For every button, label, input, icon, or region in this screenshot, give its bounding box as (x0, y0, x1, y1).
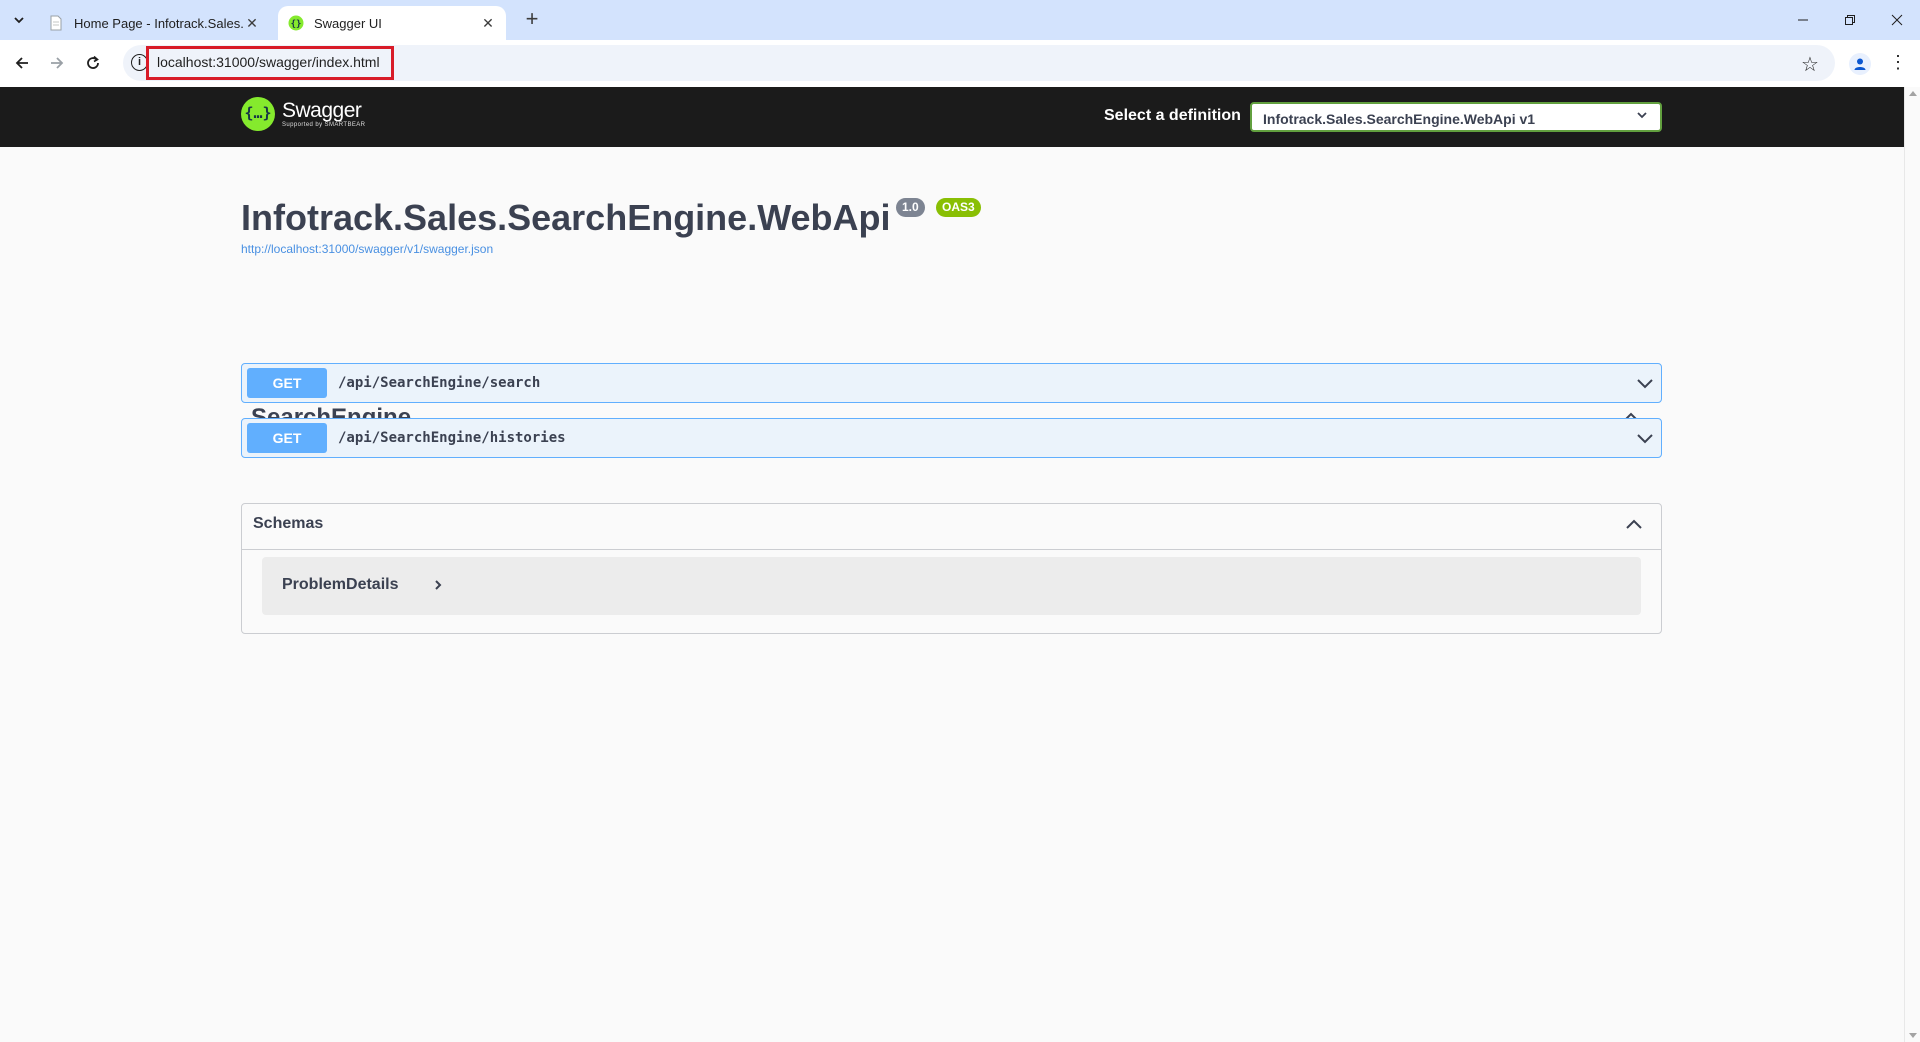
select-definition-label: Select a definition (1104, 107, 1241, 124)
model-name: ProblemDetails (282, 576, 399, 593)
swagger-favicon-icon: {} (288, 15, 304, 31)
arrow-right-icon (51, 57, 64, 69)
version-badge: 1.0 (896, 198, 925, 217)
operation-path: /api/SearchEngine/search (338, 375, 541, 391)
scroll-down-icon[interactable] (1909, 1033, 1917, 1038)
minimize-icon (1798, 19, 1808, 21)
page-viewport: {…} Swagger Supported by SMARTBEAR Selec… (0, 87, 1904, 1042)
method-badge: GET (247, 368, 327, 398)
reload-icon (87, 55, 99, 69)
swagger-topbar: {…} Swagger Supported by SMARTBEAR Selec… (0, 87, 1904, 147)
tab-title: Home Page - Infotrack.Sales.Se (74, 15, 244, 31)
tab-swagger-ui[interactable]: {} Swagger UI ✕ (278, 6, 506, 40)
operation-path: /api/SearchEngine/histories (338, 430, 566, 446)
swagger-logo-icon: {…} (241, 97, 275, 131)
restore-button[interactable] (1827, 0, 1873, 40)
close-icon[interactable]: ✕ (244, 15, 260, 32)
document-icon (50, 15, 62, 31)
schemas-title[interactable]: Schemas (253, 515, 323, 533)
tab-search-button[interactable] (8, 9, 30, 31)
browser-tab-strip: Home Page - Infotrack.Sales.Se ✕ {} Swag… (0, 0, 1920, 40)
restore-icon (1845, 15, 1855, 25)
scroll-up-icon[interactable] (1909, 91, 1917, 96)
definition-select[interactable]: Infotrack.Sales.SearchEngine.WebApi v1 (1250, 102, 1662, 132)
url-text[interactable]: localhost:31000/swagger/index.html (157, 54, 380, 70)
new-tab-button[interactable]: + (520, 8, 544, 32)
window-close-button[interactable] (1874, 0, 1920, 40)
close-icon[interactable]: ✕ (480, 15, 496, 32)
chevron-right-icon[interactable] (432, 579, 444, 591)
reload-button[interactable] (80, 50, 106, 76)
method-badge: GET (247, 423, 327, 453)
minimize-button[interactable] (1780, 0, 1826, 40)
forward-button[interactable] (44, 50, 70, 76)
operation-get-search[interactable]: GET /api/SearchEngine/search (241, 363, 1662, 403)
operation-get-histories[interactable]: GET /api/SearchEngine/histories (241, 418, 1662, 458)
schemas-divider (242, 549, 1661, 550)
arrow-left-icon (15, 57, 28, 69)
tab-title: Swagger UI (314, 15, 382, 31)
definition-selected-value: Infotrack.Sales.SearchEngine.WebApi v1 (1263, 111, 1536, 127)
vertical-scrollbar[interactable] (1904, 87, 1920, 1042)
more-menu-icon[interactable]: ⋮ (1889, 52, 1907, 73)
swagger-logo[interactable]: {…} Swagger Supported by SMARTBEAR (241, 97, 365, 131)
chevron-down-icon (14, 17, 24, 24)
oas-badge: OAS3 (936, 198, 981, 217)
close-icon (1891, 14, 1903, 26)
chevron-down-icon[interactable] (1635, 374, 1655, 394)
spec-url-link[interactable]: http://localhost:31000/swagger/v1/swagge… (241, 242, 493, 256)
model-problemdetails[interactable]: ProblemDetails (262, 557, 1641, 615)
schemas-section: Schemas ProblemDetails (241, 503, 1662, 634)
api-title: Infotrack.Sales.SearchEngine.WebApi (241, 197, 891, 238)
chevron-down-icon (1637, 112, 1647, 119)
back-button[interactable] (9, 50, 35, 76)
chevron-up-icon[interactable] (1625, 516, 1643, 534)
person-icon (1854, 58, 1866, 70)
tab-home-page[interactable]: Home Page - Infotrack.Sales.Se ✕ (38, 6, 270, 40)
chevron-down-icon[interactable] (1635, 429, 1655, 449)
profile-button[interactable] (1849, 53, 1871, 75)
svg-text:{}: {} (291, 20, 302, 30)
logo-tagline: Supported by SMARTBEAR (282, 121, 366, 128)
logo-name: Swagger (282, 98, 362, 122)
bookmark-star-icon[interactable]: ☆ (1801, 52, 1819, 77)
